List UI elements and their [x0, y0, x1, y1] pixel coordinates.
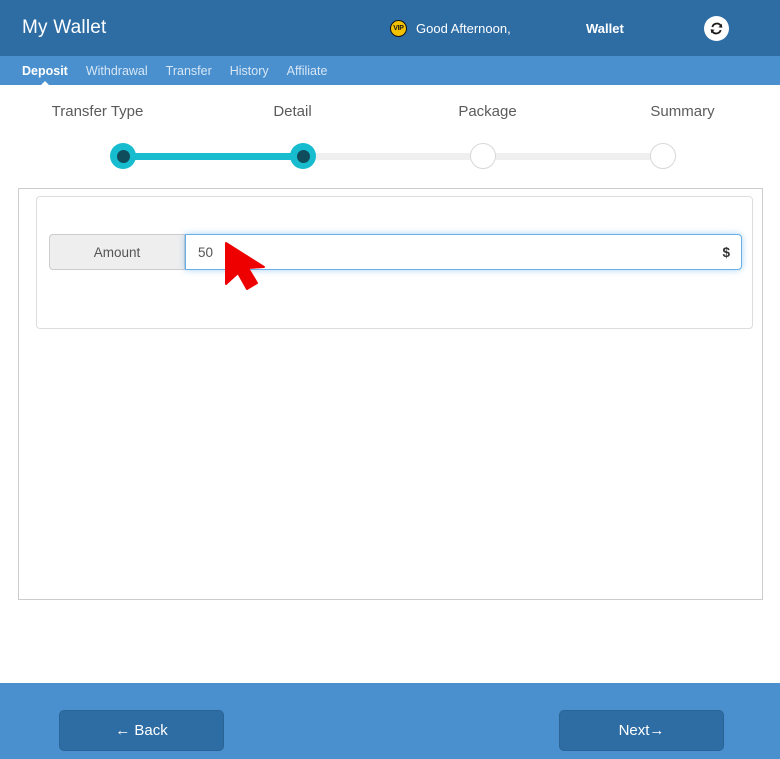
amount-input[interactable]: [186, 235, 741, 269]
greeting-block: VIP Good Afternoon,: [390, 0, 511, 56]
next-button[interactable]: Next→: [559, 710, 724, 751]
vip-badge-icon: VIP: [390, 20, 407, 37]
step-col-4: Summary: [585, 103, 780, 121]
nav-item-withdrawal[interactable]: Withdrawal: [86, 64, 148, 78]
stepper-segment-1-2: [123, 153, 303, 160]
stepper-segment-3-4: [483, 153, 663, 160]
step-dot-summary[interactable]: [650, 143, 676, 169]
back-button[interactable]: ← Back: [59, 710, 224, 751]
nav-item-deposit[interactable]: Deposit: [22, 64, 68, 78]
stepper-track: [0, 143, 780, 169]
amount-input-group: Amount $: [49, 234, 742, 270]
wallet-label: Wallet: [586, 0, 624, 56]
currency-symbol: $: [722, 235, 730, 269]
refresh-icon: [709, 21, 724, 36]
nav-item-transfer[interactable]: Transfer: [166, 64, 212, 78]
step-col-3: Package: [390, 103, 585, 121]
main-nav: Deposit Withdrawal Transfer History Affi…: [0, 56, 780, 85]
progress-stepper: Transfer Type Detail Package Summary: [0, 93, 780, 178]
step-dot-package[interactable]: [470, 143, 496, 169]
step-dot-transfer-type[interactable]: [110, 143, 136, 169]
greeting-text: Good Afternoon,: [416, 21, 511, 36]
step-label-package: Package: [458, 103, 516, 120]
step-label-summary: Summary: [650, 103, 714, 120]
stepper-segment-2-3: [303, 153, 483, 160]
step-col-2: Detail: [195, 103, 390, 121]
nav-item-history[interactable]: History: [230, 64, 269, 78]
step-dot-detail[interactable]: [290, 143, 316, 169]
amount-card: Amount $: [36, 196, 753, 329]
footer-bar: ← Back Next→: [0, 683, 780, 759]
step-label-detail: Detail: [273, 103, 311, 120]
stepper-labels: Transfer Type Detail Package Summary: [0, 103, 780, 121]
amount-label-addon: Amount: [49, 234, 185, 270]
amount-input-wrapper[interactable]: $: [185, 234, 742, 270]
refresh-button[interactable]: [704, 16, 729, 41]
nav-item-affiliate[interactable]: Affiliate: [287, 64, 328, 78]
step-col-1: Transfer Type: [0, 103, 195, 121]
content-panel: Amount $: [18, 188, 763, 600]
top-header: My Wallet VIP Good Afternoon, Wallet: [0, 0, 780, 56]
app-title: My Wallet: [22, 17, 107, 39]
step-label-transfer-type: Transfer Type: [52, 103, 144, 120]
